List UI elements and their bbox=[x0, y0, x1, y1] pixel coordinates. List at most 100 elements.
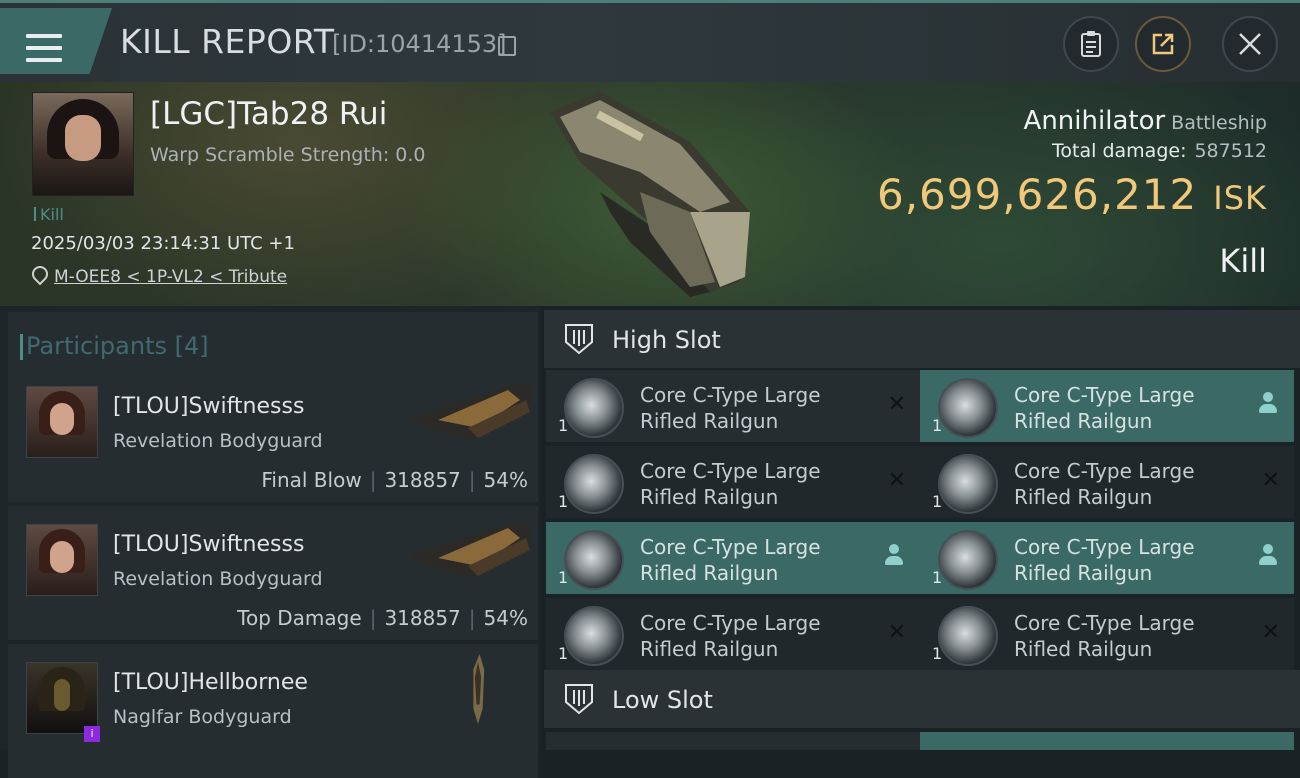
dropped-person-icon bbox=[884, 544, 904, 568]
participant-ship-image bbox=[473, 654, 485, 724]
module-slot[interactable] bbox=[920, 732, 1294, 750]
low-slot-header: Low Slot bbox=[544, 670, 1300, 728]
victim-ship-type: Annihilator Battleship bbox=[1024, 106, 1267, 136]
participant-avatar bbox=[26, 386, 98, 458]
participant-stats: Final Blow | 318857 | 54% bbox=[261, 468, 528, 492]
module-name: Core C-Type Large Rifled Railgun bbox=[1014, 459, 1195, 509]
railgun-icon bbox=[564, 606, 624, 666]
participant-name: [TLOU]Swiftnesss bbox=[113, 532, 305, 557]
page-title: KILL REPORT bbox=[120, 22, 335, 61]
participants-panel: Participants [4] [TLOU]Swiftnesss Revela… bbox=[0, 306, 540, 778]
destroyed-x-icon: ✕ bbox=[1261, 468, 1280, 493]
module-slot[interactable]: 1 Core C-Type Large Rifled Railgun bbox=[546, 522, 920, 594]
kill-location-link[interactable]: M-OEE8 < 1P-VL2 < Tribute bbox=[54, 267, 287, 287]
kill-timestamp: 2025/03/03 23:14:31 UTC +1 bbox=[31, 233, 295, 254]
module-quantity: 1 bbox=[558, 492, 569, 511]
destroyed-x-icon: ✕ bbox=[887, 468, 906, 493]
destroyed-x-icon: ✕ bbox=[1261, 620, 1280, 645]
close-button[interactable] bbox=[1222, 16, 1278, 72]
participants-header: Participants [4] bbox=[8, 312, 538, 372]
high-slot-icon bbox=[565, 324, 593, 355]
module-quantity: 1 bbox=[932, 644, 943, 663]
share-button[interactable] bbox=[1135, 16, 1191, 72]
module-quantity: 1 bbox=[558, 644, 569, 663]
module-slot[interactable]: 1 Core C-Type Large Rifled Railgun ✕ bbox=[920, 598, 1294, 670]
module-name: Core C-Type Large Rifled Railgun bbox=[640, 611, 821, 661]
railgun-icon bbox=[564, 454, 624, 514]
participant-ship: Revelation Bodyguard bbox=[113, 430, 323, 452]
participant-stats: Top Damage | 318857 | 54% bbox=[237, 606, 528, 630]
close-icon bbox=[1239, 33, 1261, 55]
victim-ship-class: Battleship bbox=[1171, 112, 1267, 134]
railgun-icon bbox=[938, 378, 998, 438]
clipboard-icon bbox=[1081, 31, 1101, 57]
dropped-person-icon bbox=[1258, 544, 1278, 568]
participant-damage: 318857 bbox=[384, 606, 461, 630]
top-accent-line bbox=[0, 0, 1300, 3]
victim-name[interactable]: [LGC]Tab28 Rui bbox=[150, 96, 387, 132]
module-name: Core C-Type Large Rifled Railgun bbox=[1014, 383, 1195, 433]
high-slot-title: High Slot bbox=[612, 326, 721, 354]
fittings-panel: High Slot 1 Core C-Type Large Rifled Rail… bbox=[540, 306, 1300, 750]
total-damage: Total damage: 587512 bbox=[1052, 140, 1267, 162]
module-name: Core C-Type Large Rifled Railgun bbox=[1014, 535, 1195, 585]
participant-row[interactable]: [TLOU]Swiftnesss Revelation Bodyguard Fi… bbox=[8, 368, 538, 502]
railgun-icon bbox=[938, 454, 998, 514]
module-slot[interactable] bbox=[546, 732, 920, 750]
total-damage-value: 587512 bbox=[1194, 140, 1267, 162]
participant-percent: 54% bbox=[483, 606, 528, 630]
high-slot-header: High Slot bbox=[544, 310, 1300, 368]
module-quantity: 1 bbox=[932, 568, 943, 587]
participant-avatar bbox=[26, 524, 98, 596]
module-quantity: 1 bbox=[558, 568, 569, 587]
victim-ship-name: Annihilator bbox=[1023, 106, 1166, 136]
participant-role: Top Damage bbox=[237, 606, 362, 630]
low-slot-title: Low Slot bbox=[612, 686, 713, 714]
info-badge-icon: i bbox=[84, 726, 100, 742]
menu-icon bbox=[26, 34, 62, 62]
module-slot[interactable]: 1 Core C-Type Large Rifled Railgun ✕ bbox=[546, 598, 920, 670]
clipboard-button[interactable] bbox=[1063, 16, 1119, 72]
copy-icon[interactable] bbox=[498, 36, 516, 56]
module-quantity: 1 bbox=[932, 492, 943, 511]
kill-tag: Kill bbox=[34, 205, 64, 224]
menu-button[interactable] bbox=[0, 8, 112, 74]
module-quantity: 1 bbox=[558, 416, 569, 435]
module-name: Core C-Type Large Rifled Railgun bbox=[1014, 611, 1195, 661]
report-id: [ID:10414153] bbox=[332, 30, 507, 58]
isk-amount: 6,699,626,212 bbox=[876, 170, 1198, 219]
isk-value: 6,699,626,212 ISK bbox=[877, 170, 1267, 219]
module-slot[interactable]: 1 Core C-Type Large Rifled Railgun bbox=[920, 370, 1294, 442]
share-icon bbox=[1152, 33, 1174, 55]
participant-row[interactable]: i [TLOU]Hellbornee Naglfar Bodyguard bbox=[8, 644, 538, 778]
participants-count: [4] bbox=[174, 332, 209, 360]
railgun-icon bbox=[564, 378, 624, 438]
participant-ship: Naglfar Bodyguard bbox=[113, 706, 292, 728]
participant-role: Final Blow bbox=[261, 468, 362, 492]
participant-row[interactable]: [TLOU]Swiftnesss Revelation Bodyguard To… bbox=[8, 506, 538, 640]
total-damage-label: Total damage: bbox=[1052, 140, 1187, 162]
module-name: Core C-Type Large Rifled Railgun bbox=[640, 459, 821, 509]
module-slot[interactable]: 1 Core C-Type Large Rifled Railgun ✕ bbox=[546, 446, 920, 518]
victim-ship-image bbox=[550, 92, 750, 297]
participants-title: Participants [4] bbox=[20, 332, 209, 360]
destroyed-x-icon: ✕ bbox=[887, 392, 906, 417]
participant-percent: 54% bbox=[483, 468, 528, 492]
railgun-icon bbox=[938, 606, 998, 666]
participant-ship: Revelation Bodyguard bbox=[113, 568, 323, 590]
participant-ship-image bbox=[408, 521, 533, 578]
participant-damage: 318857 bbox=[384, 468, 461, 492]
module-slot[interactable]: 1 Core C-Type Large Rifled Railgun ✕ bbox=[546, 370, 920, 442]
participant-ship-image bbox=[408, 383, 533, 440]
participant-avatar bbox=[26, 662, 98, 734]
railgun-icon bbox=[938, 530, 998, 590]
module-slot[interactable]: 1 Core C-Type Large Rifled Railgun ✕ bbox=[920, 446, 1294, 518]
module-name: Core C-Type Large Rifled Railgun bbox=[640, 535, 821, 585]
destroyed-x-icon: ✕ bbox=[887, 620, 906, 645]
participant-name: [TLOU]Hellbornee bbox=[113, 670, 308, 695]
isk-unit: ISK bbox=[1213, 179, 1267, 217]
victim-avatar[interactable] bbox=[32, 92, 134, 196]
warp-scramble-strength: Warp Scramble Strength: 0.0 bbox=[150, 144, 426, 166]
victim-panel: [LGC]Tab28 Rui Warp Scramble Strength: 0… bbox=[0, 82, 1300, 306]
module-slot[interactable]: 1 Core C-Type Large Rifled Railgun bbox=[920, 522, 1294, 594]
